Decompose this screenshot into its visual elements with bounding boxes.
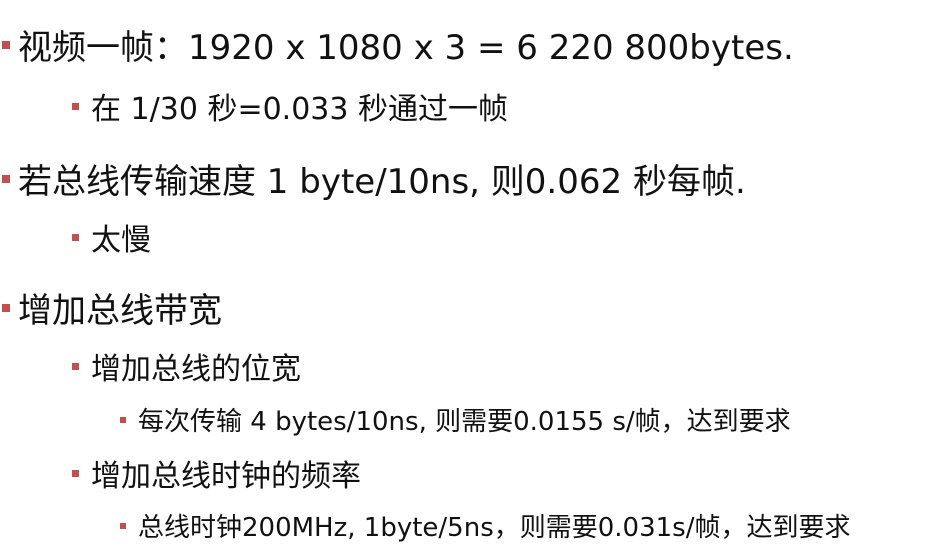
bullet-frame-time: 在 1/30 秒=0.033 秒通过一帧 [72,84,508,128]
bullet-marker [2,174,10,183]
bullet-marker [2,40,10,49]
bullet-marker [72,362,79,370]
bullet-text: 视频一帧：1920 x 1080 x 3 = 6 220 800bytes. [18,28,794,68]
bullet-clock-result: 总线时钟200MHz, 1byte/5ns，则需要0.031s/帧，达到要求 [120,507,850,544]
bullet-increase-bandwidth: 增加总线带宽 [2,283,222,332]
bullet-text: 增加总线的位宽 [91,352,301,387]
bullet-text: 每次传输 4 bytes/10ns, 则需要0.0155 s/帧，达到要求 [138,407,791,437]
bullet-text: 增加总线带宽 [18,291,222,331]
bullet-width-result: 每次传输 4 bytes/10ns, 则需要0.0155 s/帧，达到要求 [120,401,791,438]
bullet-text: 若总线传输速度 1 byte/10ns, 则0.062 秒每帧. [18,162,746,202]
bullet-increase-width: 增加总线的位宽 [72,344,301,388]
bullet-increase-clock: 增加总线时钟的频率 [72,451,361,495]
bullet-text: 总线时钟200MHz, 1byte/5ns，则需要0.031s/帧，达到要求 [138,513,851,543]
bullet-marker [72,233,79,241]
bullet-frame-size: 视频一帧：1920 x 1080 x 3 = 6 220 800bytes. [2,20,794,69]
bullet-text: 在 1/30 秒=0.033 秒通过一帧 [91,92,508,127]
bullet-bus-speed: 若总线传输速度 1 byte/10ns, 则0.062 秒每帧. [2,154,746,203]
bullet-marker [72,102,79,110]
bullet-marker [120,522,126,529]
bullet-too-slow: 太慢 [72,215,151,259]
bullet-marker [120,416,126,423]
bullet-marker [72,469,79,477]
bullet-marker [2,303,10,312]
bullet-text: 增加总线时钟的频率 [91,459,361,494]
bullet-text: 太慢 [91,223,151,258]
